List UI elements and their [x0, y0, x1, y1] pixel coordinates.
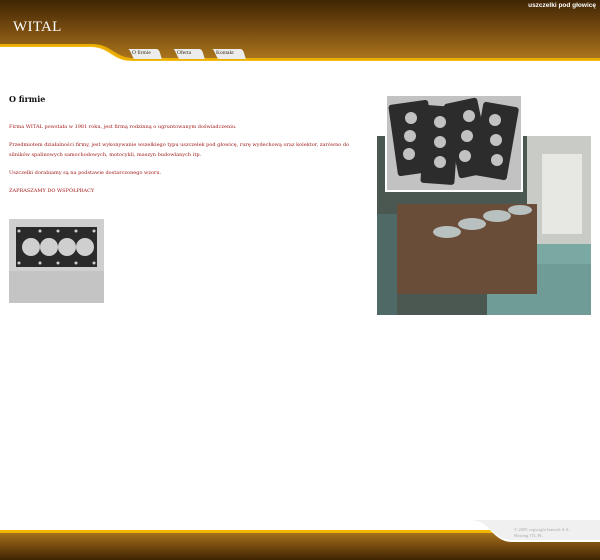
workshop-photo	[377, 94, 591, 315]
nav-item-kontakt[interactable]: Kontakt	[210, 48, 246, 60]
hosting-line: Hosting ITL.PL	[514, 533, 543, 538]
invitation-text: ZAPRASZAMY DO WSPÓŁPRACY	[9, 188, 95, 194]
site-footer	[0, 520, 600, 560]
copyright-notice: © 2005 copyright Intersik S.A. Hosting I…	[514, 527, 570, 539]
site-header: WITAL uszczelki pod głowicę	[0, 0, 600, 62]
nav-item-oferta[interactable]: Oferta	[171, 48, 205, 60]
gasket-thumbnail-image	[9, 219, 104, 303]
header-banner	[0, 0, 600, 62]
page-title: O firmie	[9, 94, 46, 104]
nav-item-label: O firmie	[132, 50, 151, 56]
intro-paragraph: Firma WITAL powstała w 1981 roku, jest f…	[9, 124, 237, 130]
services-paragraph: Przedmiotem działalności firmy, jest wyk…	[9, 142, 350, 158]
footer-banner	[0, 520, 600, 560]
pattern-paragraph: Uszczelki dorabiamy są na podstawie dost…	[9, 170, 162, 176]
nav-item-o-firmie[interactable]: O firmie	[126, 48, 162, 60]
nav-item-label: Oferta	[177, 50, 192, 56]
site-logo[interactable]: WITAL	[13, 19, 62, 36]
site-tagline: uszczelki pod głowicę	[528, 2, 596, 9]
nav-item-label: Kontakt	[216, 50, 234, 56]
